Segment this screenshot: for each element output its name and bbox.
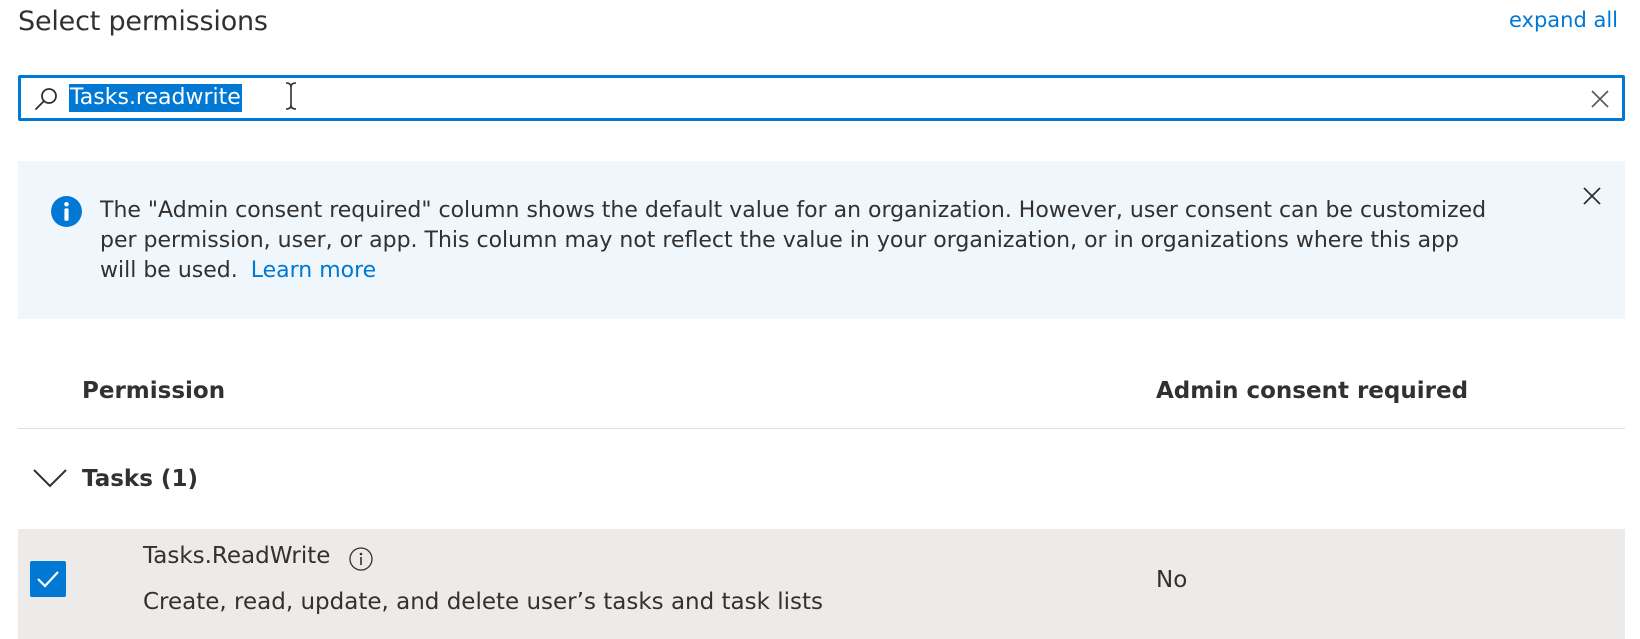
- chevron-down-icon: [33, 469, 67, 488]
- info-banner-text: The "Admin consent required" column show…: [100, 196, 1500, 286]
- permission-name: Tasks.ReadWrite: [143, 543, 331, 569]
- column-header-admin-consent: Admin consent required: [1156, 378, 1469, 404]
- permission-row[interactable]: Tasks.ReadWrite Create, read, update, an…: [18, 529, 1625, 639]
- checkmark-icon: [37, 571, 59, 588]
- column-header-permission: Permission: [82, 378, 226, 404]
- info-banner: The "Admin consent required" column show…: [18, 161, 1625, 319]
- group-label: Tasks (1): [82, 466, 198, 492]
- search-input[interactable]: Tasks.readwrite: [69, 84, 242, 112]
- permission-description: Create, read, update, and delete user’s …: [143, 589, 824, 615]
- close-icon[interactable]: [1581, 185, 1603, 207]
- admin-consent-value: No: [1156, 567, 1188, 593]
- info-circle-icon[interactable]: [348, 546, 374, 572]
- text-cursor-icon: [285, 82, 297, 110]
- close-icon[interactable]: [1588, 87, 1612, 111]
- info-icon: [51, 196, 82, 227]
- search-box[interactable]: Tasks.readwrite: [18, 75, 1625, 121]
- search-icon: [35, 88, 57, 110]
- expand-all-link[interactable]: expand all: [1509, 8, 1618, 32]
- group-toggle-tasks[interactable]: Tasks (1): [18, 460, 418, 502]
- learn-more-link[interactable]: Learn more: [251, 258, 376, 283]
- page-title: Select permissions: [18, 6, 268, 37]
- permission-checkbox[interactable]: [30, 561, 66, 597]
- header-divider: [18, 428, 1625, 429]
